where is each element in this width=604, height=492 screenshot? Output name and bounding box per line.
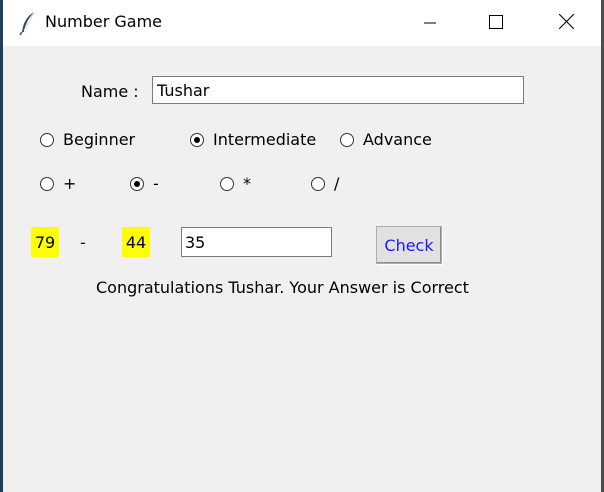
maximize-icon bbox=[489, 14, 503, 33]
operator-sign: - bbox=[80, 233, 86, 252]
window-edge-left bbox=[0, 0, 3, 492]
answer-input[interactable] bbox=[181, 227, 332, 257]
radio-advance[interactable]: Advance bbox=[340, 130, 432, 149]
radio-minus[interactable]: - bbox=[130, 174, 159, 193]
feather-icon bbox=[17, 10, 39, 36]
window-title: Number Game bbox=[45, 12, 162, 31]
name-label: Name : bbox=[81, 82, 139, 101]
radio-circle bbox=[40, 132, 54, 147]
radio-label: + bbox=[63, 174, 77, 193]
radio-label: / bbox=[334, 174, 340, 193]
first-number: 79 bbox=[31, 227, 59, 257]
close-icon bbox=[558, 13, 574, 33]
radio-label: * bbox=[243, 174, 251, 193]
radio-label: - bbox=[153, 174, 159, 193]
radio-label: Intermediate bbox=[213, 130, 317, 149]
result-message: Congratulations Tushar. Your Answer is C… bbox=[96, 278, 469, 297]
second-number: 44 bbox=[122, 227, 150, 257]
close-button[interactable] bbox=[536, 0, 596, 46]
minimize-button[interactable] bbox=[400, 0, 460, 46]
check-button[interactable]: Check bbox=[376, 226, 442, 264]
radio-plus[interactable]: + bbox=[40, 174, 76, 193]
radio-beginner[interactable]: Beginner bbox=[40, 130, 135, 149]
radio-divide[interactable]: / bbox=[311, 174, 339, 193]
minimize-icon bbox=[424, 14, 436, 33]
title-bar[interactable]: Number Game bbox=[3, 0, 601, 46]
radio-multiply[interactable]: * bbox=[220, 174, 251, 193]
radio-label: Advance bbox=[363, 130, 432, 149]
radio-intermediate[interactable]: Intermediate bbox=[190, 130, 316, 149]
radio-circle bbox=[190, 132, 204, 147]
radio-label: Beginner bbox=[63, 130, 136, 149]
radio-circle bbox=[130, 176, 144, 191]
radio-circle bbox=[311, 176, 325, 191]
maximize-button[interactable] bbox=[466, 0, 526, 46]
radio-circle bbox=[40, 176, 54, 191]
name-input[interactable] bbox=[152, 76, 524, 104]
radio-circle bbox=[220, 176, 234, 191]
radio-circle bbox=[340, 132, 354, 147]
